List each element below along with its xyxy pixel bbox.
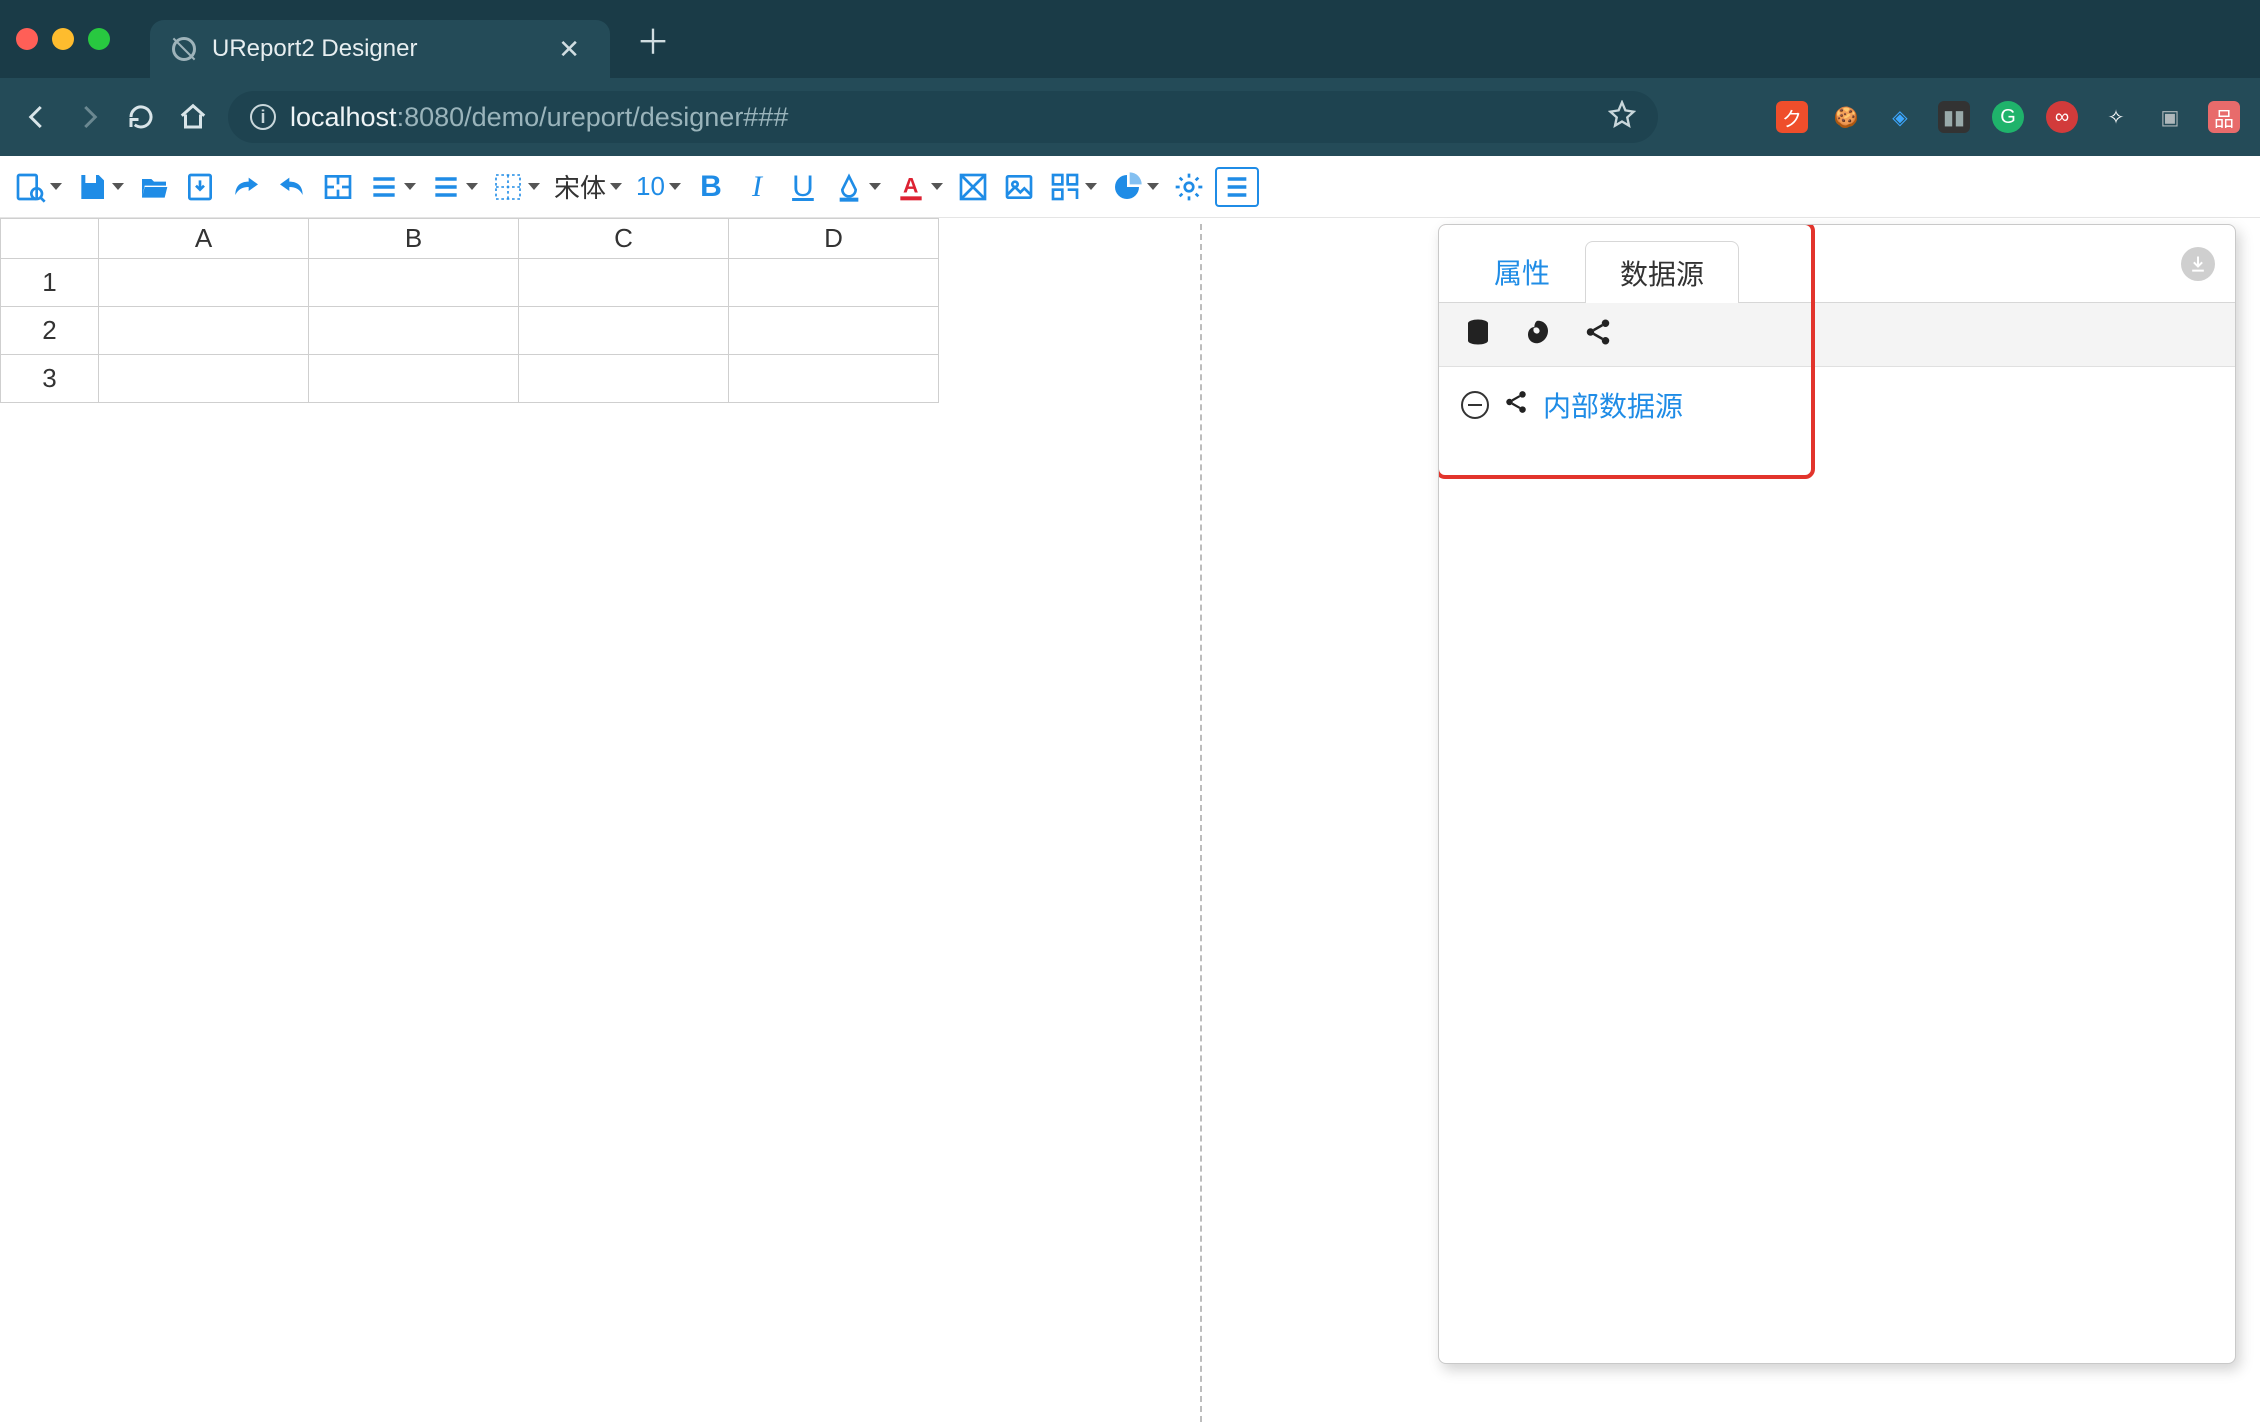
- column-header[interactable]: B: [309, 219, 519, 259]
- splitter[interactable]: [1200, 224, 1202, 1422]
- extension-icon[interactable]: ク: [1776, 101, 1808, 133]
- cell[interactable]: [99, 355, 309, 403]
- italic-button[interactable]: I: [737, 165, 777, 209]
- maximize-window-button[interactable]: [88, 28, 110, 50]
- extension-icon[interactable]: 品: [2208, 101, 2240, 133]
- share-icon: [1503, 389, 1529, 422]
- align-horizontal-button[interactable]: [426, 165, 482, 209]
- preview-button[interactable]: [10, 165, 66, 209]
- chart-button[interactable]: [1107, 165, 1163, 209]
- column-header[interactable]: D: [729, 219, 939, 259]
- panel-toggle-button[interactable]: [1215, 167, 1259, 207]
- collapse-panel-button[interactable]: [2181, 247, 2215, 281]
- forward-button[interactable]: [72, 100, 106, 134]
- underline-button[interactable]: U: [783, 165, 823, 209]
- column-header[interactable]: A: [99, 219, 309, 259]
- font-size-select[interactable]: 10: [632, 165, 685, 209]
- extension-icon[interactable]: ◈: [1884, 101, 1916, 133]
- new-tab-button[interactable]: ＋: [610, 15, 696, 64]
- cell[interactable]: [729, 307, 939, 355]
- collapse-icon[interactable]: [1461, 391, 1489, 419]
- site-info-icon[interactable]: i: [250, 104, 276, 130]
- database-icon[interactable]: [1463, 317, 1493, 352]
- tab-properties[interactable]: 属性: [1459, 240, 1585, 302]
- row-header[interactable]: 1: [1, 259, 99, 307]
- align-vertical-button[interactable]: [364, 165, 420, 209]
- open-button[interactable]: [134, 165, 174, 209]
- window-controls: [16, 28, 110, 50]
- spring-bean-icon[interactable]: [1523, 317, 1553, 352]
- app-root: 宋体 10 B I U A A B C D: [0, 156, 2260, 1428]
- row-header[interactable]: 3: [1, 355, 99, 403]
- minimize-window-button[interactable]: [52, 28, 74, 50]
- bold-button[interactable]: B: [691, 165, 731, 209]
- reload-button[interactable]: [124, 100, 158, 134]
- datasource-item[interactable]: 内部数据源: [1461, 385, 2213, 425]
- close-window-button[interactable]: [16, 28, 38, 50]
- extension-icon[interactable]: G: [1992, 101, 2024, 133]
- browser-toolbar: i localhost:8080/demo/ureport/designer##…: [0, 78, 2260, 156]
- datasource-toolbar: [1439, 303, 2235, 367]
- cell[interactable]: [519, 355, 729, 403]
- import-button[interactable]: [180, 165, 220, 209]
- cell[interactable]: [99, 259, 309, 307]
- app-toolbar: 宋体 10 B I U A: [0, 156, 2260, 218]
- extension-icon[interactable]: ▮▮: [1938, 101, 1970, 133]
- barcode-button[interactable]: [1045, 165, 1101, 209]
- merge-cells-button[interactable]: [318, 165, 358, 209]
- cell[interactable]: [729, 355, 939, 403]
- cell[interactable]: [519, 259, 729, 307]
- address-bar[interactable]: i localhost:8080/demo/ureport/designer##…: [228, 91, 1658, 143]
- cell[interactable]: [729, 259, 939, 307]
- extension-icon[interactable]: ✧: [2100, 101, 2132, 133]
- select-all-corner[interactable]: [1, 219, 99, 259]
- extension-icons: ク 🍪 ◈ ▮▮ G ∞ ✧ ▣ 品: [1776, 101, 2240, 133]
- image-button[interactable]: [999, 165, 1039, 209]
- cell[interactable]: [519, 307, 729, 355]
- back-button[interactable]: [20, 100, 54, 134]
- cell[interactable]: [99, 307, 309, 355]
- workarea: A B C D 1 2: [0, 218, 2260, 1428]
- url-text: localhost:8080/demo/ureport/designer###: [290, 102, 788, 133]
- settings-button[interactable]: [1169, 165, 1209, 209]
- font-color-button[interactable]: A: [891, 165, 947, 209]
- tab-title: UReport2 Designer: [212, 35, 534, 63]
- fill-color-button[interactable]: [829, 165, 885, 209]
- save-button[interactable]: [72, 165, 128, 209]
- column-header[interactable]: C: [519, 219, 729, 259]
- undo-button[interactable]: [272, 165, 312, 209]
- home-button[interactable]: [176, 100, 210, 134]
- panel-tabs: 属性 数据源: [1439, 225, 2235, 303]
- extension-icon[interactable]: ∞: [2046, 101, 2078, 133]
- datasource-list: 内部数据源: [1439, 367, 2235, 443]
- extension-icon[interactable]: 🍪: [1830, 101, 1862, 133]
- datasource-label: 内部数据源: [1543, 385, 1683, 425]
- extension-icon[interactable]: ▣: [2154, 101, 2186, 133]
- svg-text:A: A: [903, 173, 918, 197]
- bookmark-star-icon[interactable]: [1608, 100, 1636, 135]
- cell[interactable]: [309, 259, 519, 307]
- crosstab-button[interactable]: [953, 165, 993, 209]
- tab-close-button[interactable]: ✕: [550, 30, 588, 69]
- redo-button[interactable]: [226, 165, 266, 209]
- properties-panel: 属性 数据源: [1438, 224, 2236, 1364]
- tab-datasource[interactable]: 数据源: [1585, 241, 1739, 303]
- font-family-select[interactable]: 宋体: [550, 165, 626, 209]
- spreadsheet[interactable]: A B C D 1 2: [0, 218, 939, 1428]
- browser-tab[interactable]: UReport2 Designer ✕: [150, 20, 610, 78]
- border-button[interactable]: [488, 165, 544, 209]
- tab-favicon-icon: [172, 37, 196, 61]
- cell[interactable]: [309, 307, 519, 355]
- share-icon[interactable]: [1583, 317, 1613, 352]
- browser-tabbar: UReport2 Designer ✕ ＋: [0, 0, 2260, 78]
- cell[interactable]: [309, 355, 519, 403]
- row-header[interactable]: 2: [1, 307, 99, 355]
